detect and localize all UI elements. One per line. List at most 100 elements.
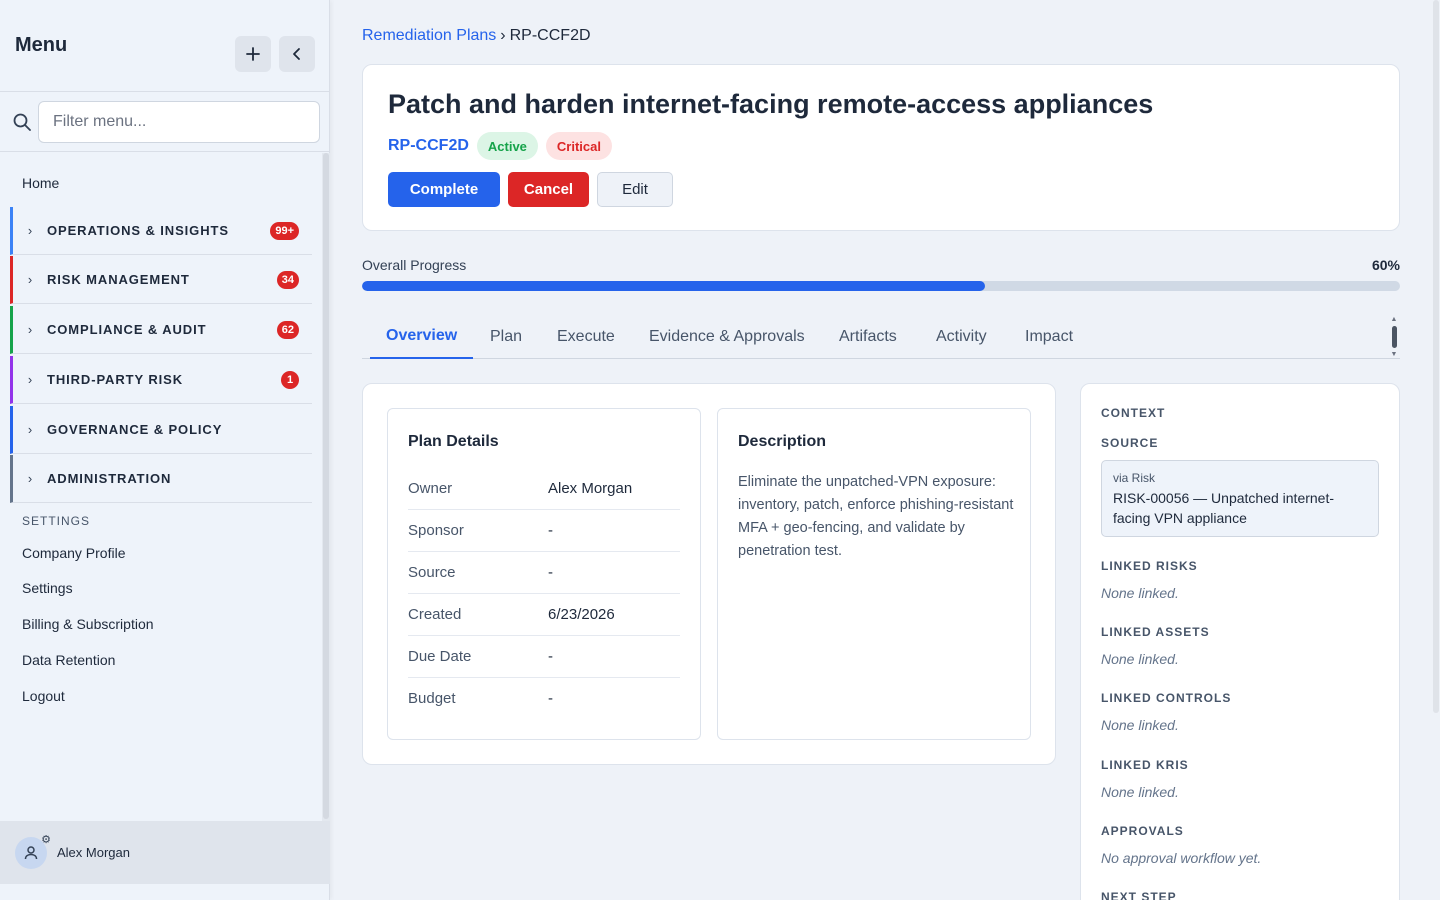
nav-company-profile[interactable]: Company Profile: [22, 545, 126, 561]
breadcrumb-current: RP-CCF2D: [509, 27, 591, 44]
detail-value: Alex Morgan: [548, 480, 633, 497]
tab-overview[interactable]: Overview: [370, 314, 474, 359]
tab-activity[interactable]: Activity: [936, 314, 987, 359]
chevron-right-icon: ›: [27, 471, 33, 486]
nav-group-compliance-audit[interactable]: › COMPLIANCE & AUDIT 62: [10, 306, 312, 354]
tab-plan[interactable]: Plan: [490, 314, 522, 359]
detail-value: -: [548, 689, 553, 707]
chevron-right-icon: ›: [27, 272, 33, 287]
tab-bar: Overview Plan Execute Evidence & Approva…: [362, 314, 1400, 359]
plan-header-card: Patch and harden internet-facing remote-…: [362, 64, 1400, 231]
count-badge: 62: [276, 320, 299, 339]
arrow-down-icon[interactable]: ▼: [1391, 351, 1398, 358]
page-title: Patch and harden internet-facing remote-…: [388, 89, 1154, 119]
detail-row-owner: Owner Alex Morgan: [408, 468, 680, 510]
overview-panel: Plan Details Owner Alex Morgan Sponsor -…: [362, 383, 1056, 765]
nav-group-label: RISK MANAGEMENT: [47, 272, 190, 287]
detail-key: Sponsor: [408, 522, 464, 539]
detail-key: Created: [408, 606, 462, 623]
cancel-button[interactable]: Cancel: [508, 172, 589, 207]
detail-key: Owner: [408, 480, 453, 497]
sidebar-nav: Home › OPERATIONS & INSIGHTS 99+ › RISK …: [0, 153, 322, 821]
sidebar-title: Menu: [15, 34, 68, 56]
settings-section-heading: SETTINGS: [22, 514, 91, 528]
context-heading: CONTEXT: [1101, 406, 1166, 420]
nav-billing-subscription[interactable]: Billing & Subscription: [22, 616, 154, 632]
source-via: via Risk: [1113, 471, 1156, 485]
nav-group-third-party-risk[interactable]: › THIRD-PARTY RISK 1: [10, 356, 312, 404]
filter-menu-input[interactable]: [38, 100, 320, 143]
plan-meta: RP-CCF2D Active Critical: [388, 132, 620, 160]
detail-value: -: [548, 648, 553, 665]
nav-group-operations-insights[interactable]: › OPERATIONS & INSIGHTS 99+: [10, 207, 312, 255]
search-icon: [11, 111, 33, 133]
nav-data-retention[interactable]: Data Retention: [22, 652, 115, 668]
scrollbar-thumb[interactable]: [1433, 0, 1439, 713]
breadcrumb: Remediation Plans › RP-CCF2D: [362, 27, 591, 45]
linked-kris-heading: LINKED KRIS: [1101, 758, 1189, 772]
sidebar-header: Menu: [0, 0, 329, 92]
context-panel: CONTEXT SOURCE via Risk RISK-00056 — Unp…: [1080, 383, 1400, 900]
severity-badge: Critical: [545, 132, 612, 160]
source-risk: RISK-00056 — Unpatched internet-facing V…: [1113, 490, 1335, 526]
nav-logout[interactable]: Logout: [22, 688, 65, 704]
nav-group-governance-policy[interactable]: › GOVERNANCE & POLICY: [10, 406, 312, 454]
description-card: Description Eliminate the unpatched-VPN …: [717, 408, 1031, 740]
sidebar-search: [0, 92, 329, 152]
progress-percent: 60%: [1371, 257, 1400, 273]
user-profile[interactable]: ⚙ Alex Morgan: [0, 821, 330, 884]
approvals-value: No approval workflow yet.: [1101, 850, 1262, 866]
sidebar: Menu Home › OPERATIONS & INSIGHTS 99+ › …: [0, 0, 330, 900]
linked-kris-value: None linked.: [1101, 784, 1179, 800]
gear-icon: ⚙: [41, 833, 51, 846]
user-name: Alex Morgan: [57, 845, 130, 860]
progress-label: Overall Progress: [362, 257, 467, 273]
nav-home[interactable]: Home: [22, 175, 59, 191]
nav-group-label: COMPLIANCE & AUDIT: [47, 322, 207, 337]
chevron-right-icon: ›: [27, 422, 33, 437]
detail-row-source: Source -: [408, 552, 680, 594]
chevron-right-icon: ›: [27, 372, 33, 387]
detail-value: 6/23/2026: [548, 606, 615, 623]
tab-execute[interactable]: Execute: [557, 314, 615, 359]
nav-group-label: THIRD-PARTY RISK: [47, 372, 183, 387]
edit-button[interactable]: Edit: [597, 172, 673, 207]
count-badge: 99+: [270, 221, 299, 240]
complete-button[interactable]: Complete: [388, 172, 500, 207]
nav-group-risk-management[interactable]: › RISK MANAGEMENT 34: [10, 256, 312, 304]
tab-scrollbar[interactable]: ▲ ▼: [1389, 316, 1399, 358]
chevron-left-icon: [293, 48, 300, 60]
tab-impact[interactable]: Impact: [1025, 314, 1073, 359]
linked-risks-heading: LINKED RISKS: [1101, 559, 1198, 573]
page-scrollbar[interactable]: [1432, 0, 1440, 900]
add-button[interactable]: [235, 36, 271, 72]
progress-fill: [362, 281, 985, 291]
breadcrumb-parent-link[interactable]: Remediation Plans: [362, 27, 496, 44]
tab-evidence-approvals[interactable]: Evidence & Approvals: [649, 314, 805, 359]
nav-group-label: OPERATIONS & INSIGHTS: [47, 223, 229, 238]
status-badge: Active: [476, 132, 538, 160]
detail-row-due-date: Due Date -: [408, 636, 680, 678]
arrow-up-icon[interactable]: ▲: [1391, 316, 1398, 323]
scrollbar-thumb[interactable]: [1391, 326, 1397, 348]
chevron-right-icon: ›: [27, 322, 33, 337]
nav-group-administration[interactable]: › ADMINISTRATION: [10, 455, 312, 503]
source-risk-link[interactable]: via Risk RISK-00056 — Unpatched internet…: [1101, 460, 1379, 537]
nav-settings[interactable]: Settings: [22, 580, 73, 596]
plan-actions: Complete Cancel Edit: [388, 172, 681, 207]
sidebar-scrollbar[interactable]: [322, 153, 330, 821]
description-title: Description: [738, 433, 827, 450]
linked-assets-heading: LINKED ASSETS: [1101, 625, 1210, 639]
approvals-heading: APPROVALS: [1101, 824, 1184, 838]
collapse-sidebar-button[interactable]: [279, 36, 315, 72]
plan-id: RP-CCF2D: [388, 137, 469, 154]
linked-controls-value: None linked.: [1101, 717, 1179, 733]
next-step-heading: NEXT STEP: [1101, 890, 1177, 900]
detail-value: -: [548, 522, 553, 539]
plan-details-title: Plan Details: [408, 433, 499, 450]
tab-artifacts[interactable]: Artifacts: [839, 314, 897, 359]
nav-group-label: GOVERNANCE & POLICY: [47, 422, 223, 437]
user-icon: [24, 845, 38, 859]
scrollbar-thumb[interactable]: [323, 153, 329, 819]
plus-icon: [246, 47, 260, 61]
